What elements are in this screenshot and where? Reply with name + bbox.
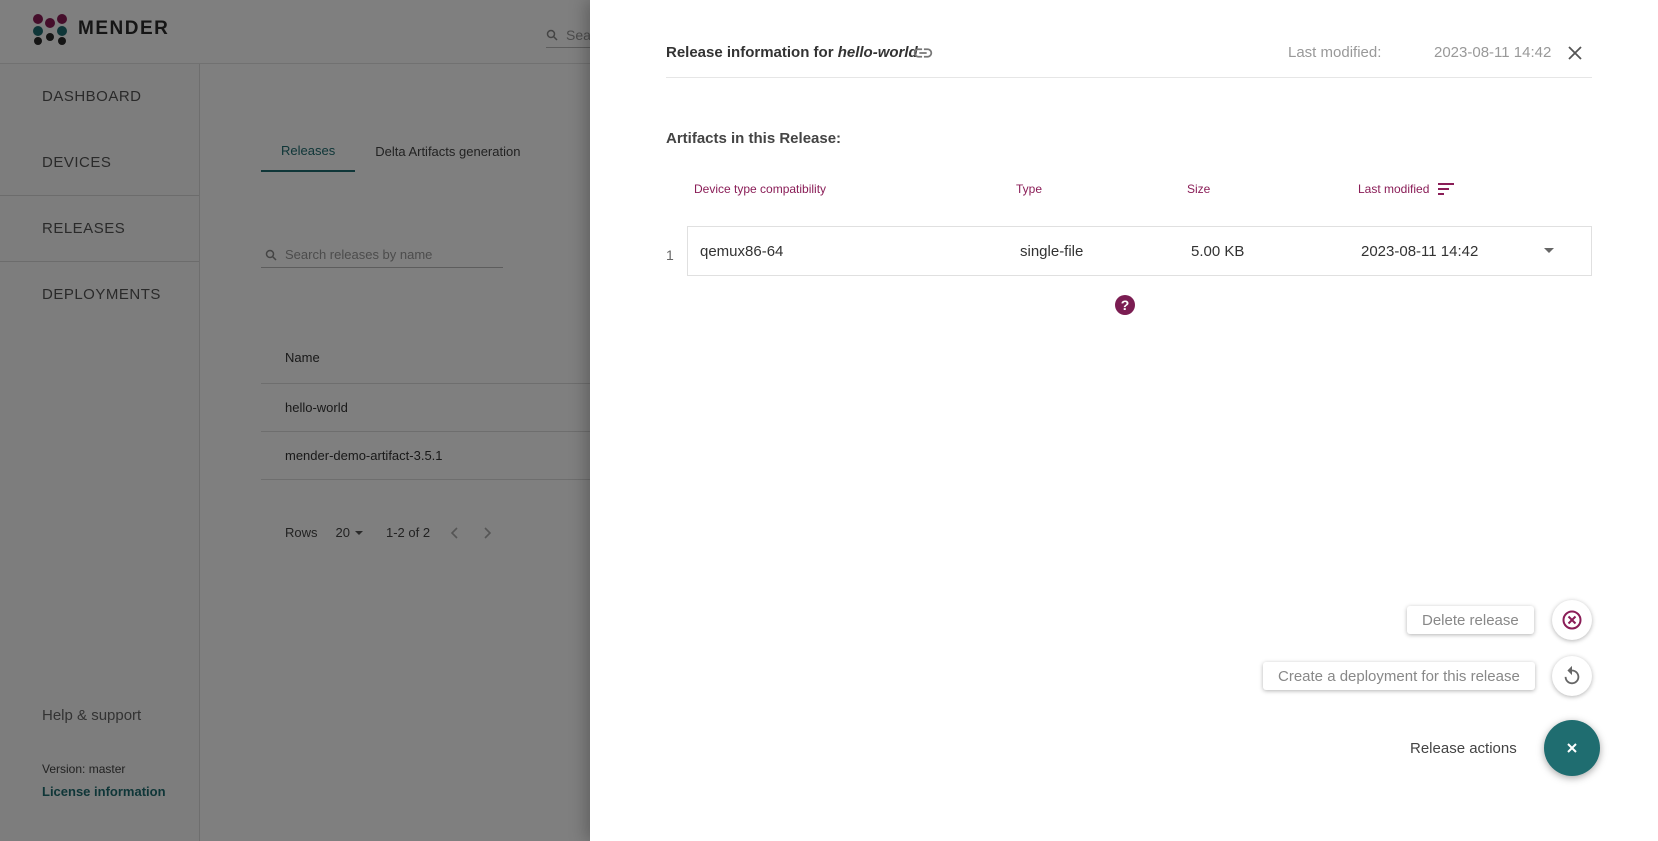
drawer-header: Release information for hello-world Last… [666,38,1592,78]
last-modified-label: Last modified: [1288,44,1382,61]
drawer-title: Release information for hello-world [666,44,918,61]
help-icon[interactable]: ? [1114,294,1136,316]
chevron-down-icon[interactable] [1542,246,1556,256]
svg-text:?: ? [1121,297,1130,313]
link-icon[interactable] [912,42,934,64]
release-actions-label: Release actions [1410,740,1517,757]
column-header-device-type[interactable]: Device type compatibility [694,182,826,196]
column-header-last-modified[interactable]: Last modified [1358,182,1429,196]
artifact-device-type: qemux86-64 [700,243,784,260]
drawer-title-prefix: Release information for [666,44,834,61]
release-drawer: Release information for hello-world Last… [590,0,1658,841]
create-deployment-fab[interactable] [1552,656,1592,696]
artifact-type: single-file [1020,243,1084,260]
delete-release-button[interactable]: Delete release [1407,606,1534,634]
column-header-size[interactable]: Size [1187,182,1210,196]
create-deployment-button[interactable]: Create a deployment for this release [1263,662,1535,690]
artifact-row[interactable]: qemux86-64 single-file 5.00 KB 2023-08-1… [687,226,1592,276]
replay-icon [1564,665,1580,685]
release-actions-fab[interactable] [1544,720,1600,776]
artifact-size: 5.00 KB [1191,243,1245,260]
artifact-row-number: 1 [666,247,674,263]
close-icon[interactable] [1564,42,1586,64]
sort-icon[interactable] [1436,180,1456,198]
column-header-type[interactable]: Type [1016,182,1042,196]
last-modified-value: 2023-08-11 14:42 [1434,44,1552,61]
artifacts-section-title: Artifacts in this Release: [666,130,842,147]
delete-circle-icon [1562,610,1582,630]
artifact-modified: 2023-08-11 14:42 [1361,243,1479,260]
drawer-release-name: hello-world [837,44,918,61]
fab-close-icon [1567,743,1577,753]
delete-release-fab[interactable] [1552,600,1592,640]
